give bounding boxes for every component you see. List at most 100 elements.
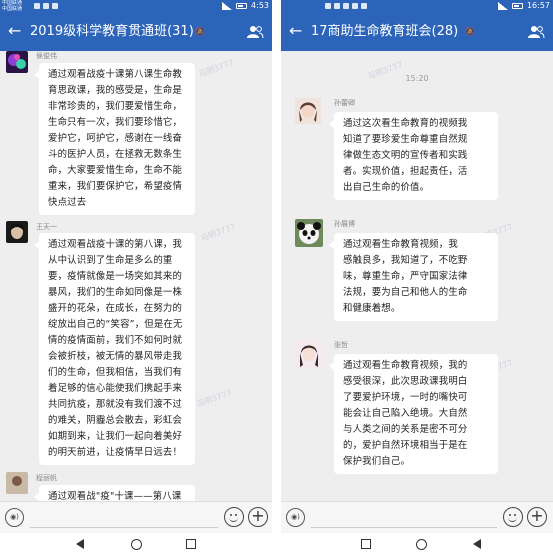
message-bubble[interactable]: 通过这次看生命教育的视频我 知道了要珍爱生命尊重自然规 律做生态文明的宣传者和实…	[329, 112, 498, 200]
add-more-icon[interactable]: +	[527, 507, 547, 527]
watermark: 马明3777	[195, 388, 233, 409]
message-input[interactable]	[311, 508, 497, 528]
system-nav-bar	[0, 533, 272, 557]
message-text: 法规，要为自己和他人的生命	[343, 287, 468, 298]
message-text: 律做生态文明的宣传者和实践	[343, 150, 468, 161]
avatar[interactable]	[295, 98, 321, 124]
avatar[interactable]	[6, 221, 28, 243]
message-bubble[interactable]: 通过观看战"疫"十课——第八课	[34, 485, 195, 501]
sender-name: 王天一	[36, 223, 57, 231]
sender-name: 张哲	[334, 341, 348, 349]
message-text: 通过观看战疫十课第八课生命教	[48, 69, 183, 80]
status-bar: 中国联通 中国联通 4:53	[0, 0, 272, 13]
notification-icon	[352, 3, 358, 9]
nav-back-icon[interactable]	[473, 539, 481, 549]
message-bubble[interactable]: 通过观看生命教育视频，我 感触良多，我知道了，不吃野 味，尊重生命，严守国家法律…	[329, 233, 498, 321]
sender-name: 侯俊伟	[36, 52, 57, 60]
status-right: 4:53	[222, 1, 269, 10]
battery-icon	[511, 2, 523, 9]
message-text: 者。实现价值，担起责任，活	[343, 166, 468, 177]
avatar[interactable]	[6, 51, 28, 73]
notification-icon	[334, 3, 340, 9]
mute-icon: 🔕	[195, 27, 205, 36]
back-arrow-icon[interactable]: ←	[289, 22, 302, 40]
notification-icon	[325, 3, 331, 9]
message-input[interactable]	[30, 508, 218, 528]
back-arrow-icon[interactable]: ←	[8, 22, 21, 40]
notification-icons	[34, 3, 58, 10]
message-text: 与人类之间的关系是密不可分	[343, 424, 468, 435]
nav-recent-icon[interactable]	[186, 539, 196, 549]
message-text: 爱护它，呵护它，感谢在一线奋	[48, 133, 183, 144]
message-text: 通过观看战"疫"十课——第八课	[48, 491, 182, 501]
status-right: 16:57	[497, 1, 550, 10]
emoji-icon[interactable]	[224, 507, 244, 527]
message-text: 和健康着想。	[343, 303, 401, 314]
message-text: 的明天前进，让疫情早日远去！	[48, 447, 183, 458]
message-text: 共同抗疫，那就没有我们渡不过	[48, 399, 183, 410]
clock: 4:53	[251, 1, 269, 10]
add-more-icon[interactable]: +	[248, 507, 268, 527]
battery-icon	[236, 2, 248, 9]
message-text: 通过观看生命教育视频，我	[343, 239, 458, 250]
avatar[interactable]	[6, 472, 28, 494]
mute-icon: 🔕	[465, 27, 475, 36]
message-text: 非常珍贵的，我们要爱惜生命，	[48, 101, 183, 112]
timestamp: 15:20	[405, 74, 429, 83]
message-text: 要，疫情就像是一场突如其来的	[48, 271, 183, 282]
nav-recent-icon[interactable]	[361, 539, 371, 549]
message-text: 通过这次看生命教育的视频我	[343, 118, 468, 129]
sender-name: 程丽帆	[36, 474, 57, 482]
message-text: 了要爱护环境，一时的嘴快可	[343, 392, 468, 403]
message-text: 重来，我们要保护它，希望疫情	[48, 181, 183, 192]
chat-header: ← 2019级科学教育贯通班(31) 🔕	[0, 13, 272, 51]
message-text: 情的疫情面前，我们不如何时就	[48, 335, 183, 346]
message-text: 育思政课，我的感受是，生命是	[48, 85, 183, 96]
message-text: 能会让自己陷入绝境。大自然	[343, 408, 468, 419]
nav-home-icon[interactable]	[416, 539, 427, 550]
message-text: 的，爱护自然环境相当于是在	[343, 440, 468, 451]
message-text: 斗的医护人员，在拯救无数条生	[48, 149, 183, 160]
carrier-line-2: 中国联通	[2, 5, 23, 12]
nav-back-icon[interactable]	[76, 539, 84, 549]
avatar[interactable]	[295, 340, 323, 368]
message-text: 味，尊重生命，严守国家法律	[343, 271, 468, 282]
voice-input-icon[interactable]: ◉)	[286, 508, 305, 527]
emoji-icon[interactable]	[503, 507, 523, 527]
message-text: 会被折枝，被无情的暴风带走我	[48, 351, 183, 362]
notification-icon	[43, 3, 49, 9]
notification-icon	[52, 3, 58, 9]
message-text: 如期到来，让我们一起向着美好	[48, 431, 183, 442]
watermark: 马明3777	[197, 58, 235, 79]
clock: 16:57	[526, 1, 550, 10]
voice-input-icon[interactable]: ◉)	[5, 508, 24, 527]
nav-home-icon[interactable]	[131, 539, 142, 550]
signal-icon	[222, 1, 233, 10]
message-bubble[interactable]: 通过观看生命教育视频，我的 感受很深，此次思政课我明白 了要爱护环境，一时的嘴快…	[329, 354, 498, 474]
group-members-icon[interactable]	[246, 25, 264, 39]
message-text: 的难关，阴霾总会散去，彩虹会	[48, 415, 183, 426]
notification-icons	[325, 3, 367, 10]
message-bubble[interactable]: 通过观看战疫十课的第八课，我 从中认识到了生命是多么的重 要，疫情就像是一场突如…	[34, 233, 195, 465]
notification-icon	[34, 3, 40, 9]
message-list[interactable]: 马明3777 马明3777 马明3777 15:20 孙蕾卿 通过这次看生命教育…	[281, 51, 553, 501]
group-members-icon[interactable]	[527, 25, 545, 39]
chat-title: 2019级科学教育贯通班(31)	[30, 24, 194, 39]
avatar[interactable]	[295, 219, 323, 247]
carrier-label: 中国联通 中国联通	[2, 0, 30, 12]
system-nav-bar	[281, 533, 553, 557]
message-text: 出自己生命的价值。	[343, 182, 430, 193]
message-list[interactable]: 马明3777 马明3777 马明3777 侯俊伟 通过观看战疫十课第八课生命教 …	[0, 51, 272, 501]
message-text: 感触良多，我知道了，不吃野	[343, 255, 468, 266]
input-bar: ◉) +	[281, 501, 553, 533]
chat-title: 17商助生命教育班会(28)	[311, 24, 459, 39]
notification-icon	[361, 3, 367, 9]
message-text: 知道了要珍爱生命尊重自然规	[343, 134, 468, 145]
message-text: 保护我们自己。	[343, 456, 411, 467]
message-text: 们的生命，但我相信，当我们有	[48, 367, 183, 378]
message-bubble[interactable]: 通过观看战疫十课第八课生命教 育思政课，我的感受是，生命是 非常珍贵的，我们要爱…	[34, 63, 195, 215]
watermark: 马明3777	[199, 222, 237, 243]
message-text: 着足够的信心能使我们携起手来	[48, 383, 183, 394]
left-phone-screenshot: 中国联通 中国联通 4:53 ← 2019级科学教育贯通班(31) 🔕 马明37…	[0, 0, 272, 557]
message-text: 生命只有一次，我们要珍惜它，	[48, 117, 183, 128]
